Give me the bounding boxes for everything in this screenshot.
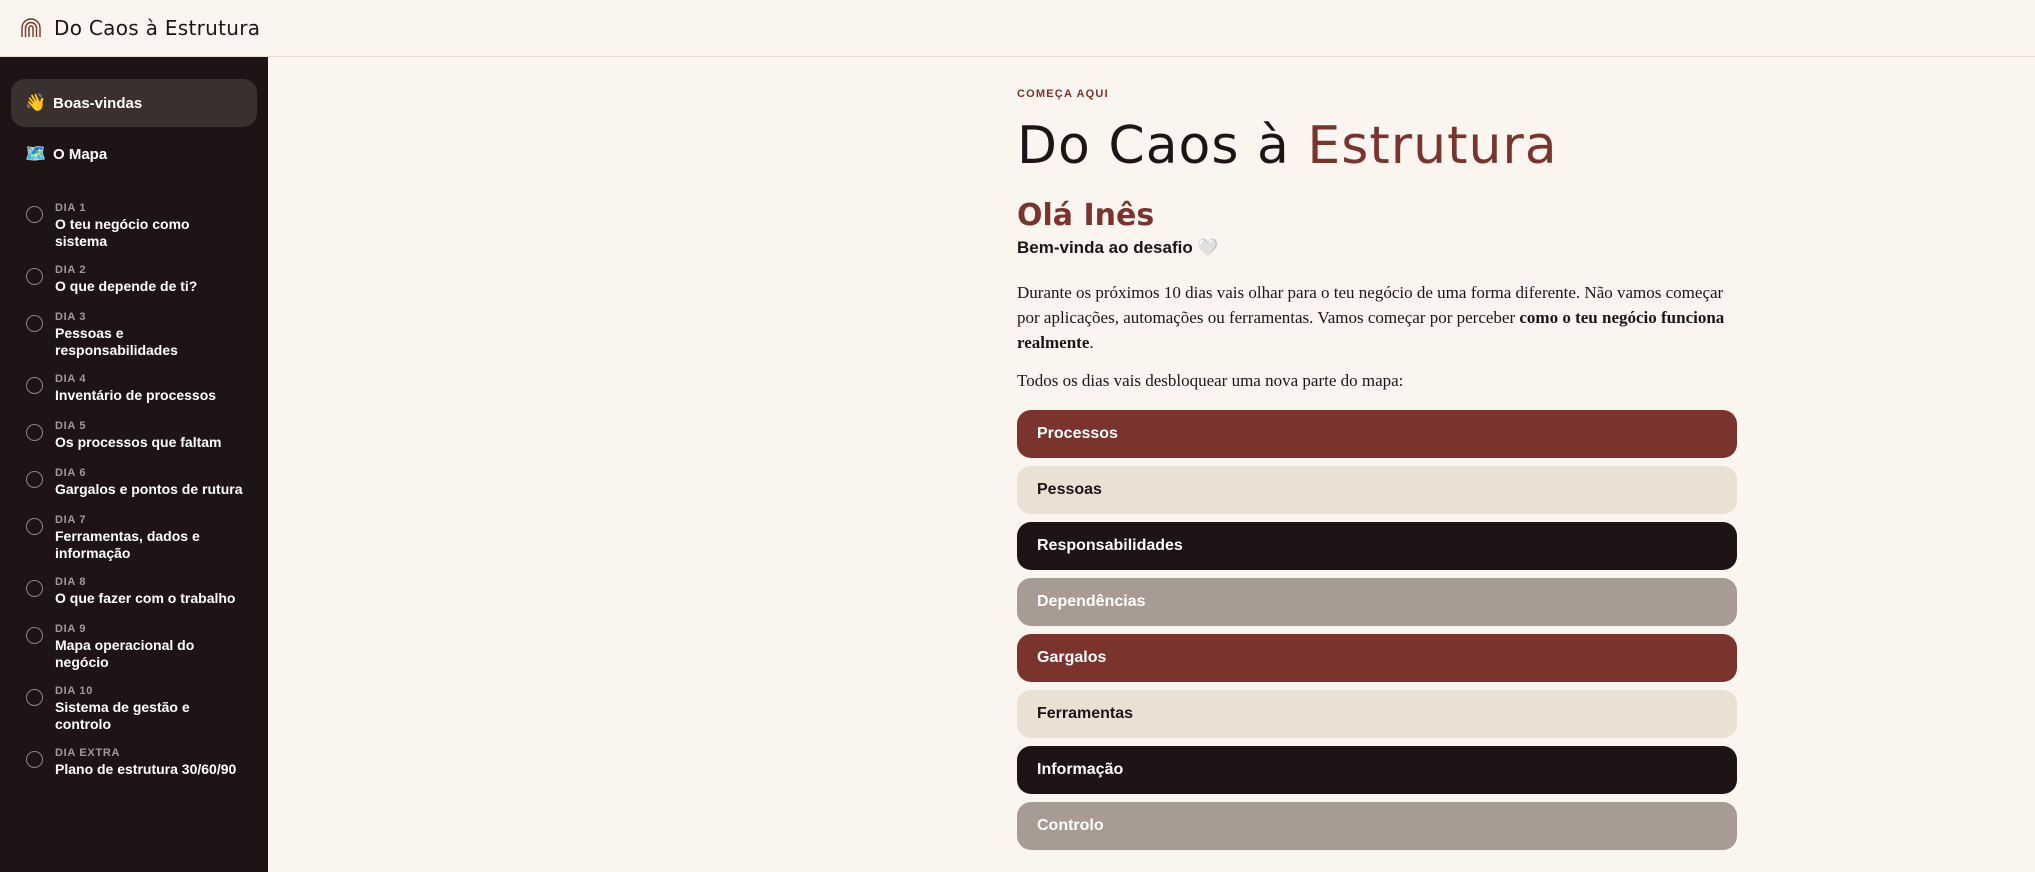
day-label: DIA 10: [55, 685, 94, 697]
map-part-ferramentas[interactable]: Ferramentas: [1017, 690, 1737, 738]
welcome-text: Bem-vinda ao desafio 🤍: [1017, 238, 1219, 257]
map-part-processos[interactable]: Processos: [1017, 410, 1737, 458]
sidebar-day-item[interactable]: DIA 1 O teu negócio como sistema: [11, 202, 257, 250]
status-circle-icon: [26, 268, 43, 285]
sidebar-day-item[interactable]: DIA 9 Mapa operacional do negócio: [11, 623, 257, 671]
status-circle-icon: [26, 689, 43, 706]
day-title: Ferramentas, dados e informação: [55, 528, 200, 561]
day-title: Sistema de gestão e controlo: [55, 699, 190, 732]
map-icon: 🗺️: [25, 144, 47, 164]
map-parts-list: Processos Pessoas Responsabilidades Dependê…: [1017, 410, 1739, 850]
day-label: DIA 3: [55, 311, 87, 323]
status-circle-icon: [26, 751, 43, 768]
nav-welcome[interactable]: 👋 Boas-vindas: [11, 79, 257, 127]
day-title: O teu negócio como sistema: [55, 216, 190, 249]
page-title: Do Caos à Estrutura: [1017, 116, 1739, 176]
intro-end: .: [1089, 333, 1094, 352]
page-title-accent: Estrutura: [1307, 116, 1558, 176]
status-circle-icon: [26, 518, 43, 535]
sidebar-day-item[interactable]: DIA EXTRA Plano de estrutura 30/60/90: [11, 747, 257, 778]
sidebar-day-item[interactable]: DIA 8 O que fazer com o trabalho: [11, 576, 257, 607]
status-circle-icon: [26, 627, 43, 644]
status-circle-icon: [26, 424, 43, 441]
status-circle-icon: [26, 377, 43, 394]
day-title: O que depende de ti?: [55, 278, 198, 294]
day-title: Pessoas e responsabilidades: [55, 325, 178, 358]
day-label: DIA 1: [55, 202, 87, 214]
status-circle-icon: [26, 206, 43, 223]
eyebrow-label: COMEÇA AQUI: [1017, 88, 1109, 100]
day-label: DIA 5: [55, 420, 87, 432]
day-label: DIA EXTRA: [55, 747, 121, 759]
main-content: COMEÇA AQUI Do Caos à Estrutura Olá Inês…: [1017, 88, 1739, 858]
nav-label: Boas-vindas: [53, 94, 143, 112]
nav-map[interactable]: 🗺️ O Mapa: [11, 130, 257, 178]
map-part-responsabilidades[interactable]: Responsabilidades: [1017, 522, 1737, 570]
rainbow-arch-icon: [20, 17, 42, 39]
sidebar-day-item[interactable]: DIA 6 Gargalos e pontos de rutura: [11, 467, 257, 498]
waving-hand-icon: 👋: [25, 93, 47, 113]
sidebar-day-item[interactable]: DIA 10 Sistema de gestão e controlo: [11, 685, 257, 733]
day-label: DIA 9: [55, 623, 87, 635]
map-part-gargalos[interactable]: Gargalos: [1017, 634, 1737, 682]
day-title: Mapa operacional do negócio: [55, 637, 195, 670]
sidebar: 👋 Boas-vindas 🗺️ O Mapa DIA 1 O teu negócio …: [0, 57, 268, 872]
page-title-part1: Do Caos à: [1017, 116, 1308, 176]
day-title: Inventário de processos: [55, 387, 217, 403]
brand-title[interactable]: Do Caos à Estrutura: [54, 16, 260, 40]
intro-paragraph: Durante os próximos 10 dias vais olhar p…: [1017, 280, 1737, 355]
day-title: O que fazer com o trabalho: [55, 590, 236, 606]
day-title: Gargalos e pontos de rutura: [55, 481, 243, 497]
top-header: Do Caos à Estrutura: [0, 0, 2035, 57]
map-part-controlo[interactable]: Controlo: [1017, 802, 1737, 850]
day-title: Plano de estrutura 30/60/90: [55, 761, 237, 777]
intro-secondary: Todos os dias vais desbloquear uma nova …: [1017, 371, 1404, 390]
nav-label: O Mapa: [53, 145, 108, 163]
greeting: Olá Inês: [1017, 198, 1155, 233]
sidebar-day-item[interactable]: DIA 5 Os processos que faltam: [11, 420, 257, 451]
day-label: DIA 2: [55, 264, 87, 276]
day-label: DIA 4: [55, 373, 87, 385]
map-part-dependencias[interactable]: Dependências: [1017, 578, 1737, 626]
map-part-pessoas[interactable]: Pessoas: [1017, 466, 1737, 514]
day-list: DIA 1 O teu negócio como sistema DIA 2 O qu…: [11, 202, 257, 778]
status-circle-icon: [26, 580, 43, 597]
map-part-informacao[interactable]: Informação: [1017, 746, 1737, 794]
sidebar-day-item[interactable]: DIA 4 Inventário de processos: [11, 373, 257, 404]
day-label: DIA 6: [55, 467, 87, 479]
sidebar-day-item[interactable]: DIA 7 Ferramentas, dados e informação: [11, 514, 257, 562]
status-circle-icon: [26, 471, 43, 488]
status-circle-icon: [26, 315, 43, 332]
day-label: DIA 8: [55, 576, 87, 588]
sidebar-day-item[interactable]: DIA 3 Pessoas e responsabilidades: [11, 311, 257, 359]
day-title: Os processos que faltam: [55, 434, 222, 450]
day-label: DIA 7: [55, 514, 87, 526]
sidebar-day-item[interactable]: DIA 2 O que depende de ti?: [11, 264, 257, 295]
